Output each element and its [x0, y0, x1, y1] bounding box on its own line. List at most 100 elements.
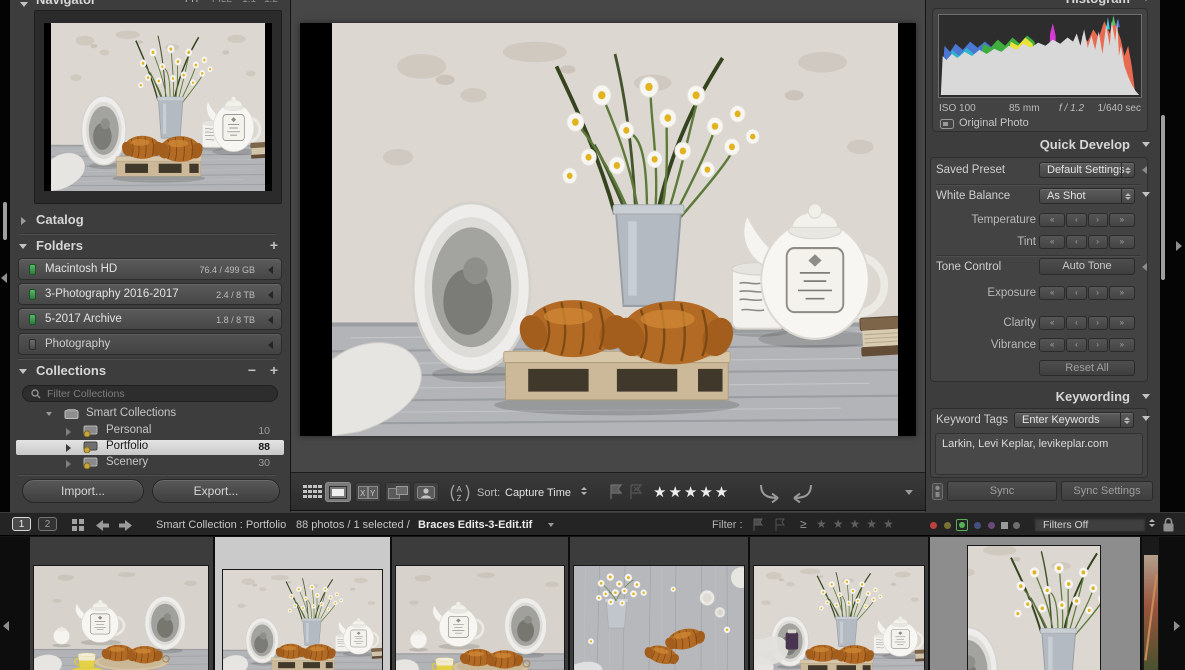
filters-dropdown[interactable]: Filters Off	[1034, 517, 1146, 532]
hide-left-panel-arrow-icon[interactable]	[1, 273, 7, 283]
folder-row-2017-archive[interactable]: 5-2017 Archive 1.8 / 8 TB	[18, 308, 282, 330]
color-label-yellow[interactable]	[944, 522, 951, 529]
thumbnail-cell-3[interactable]	[392, 537, 568, 670]
tint-decrease-button[interactable]: ‹	[1066, 235, 1086, 249]
row-disclosure-icon[interactable]	[66, 444, 71, 452]
folder-collapse-icon[interactable]	[268, 341, 273, 349]
thumbnail-cell-5[interactable]	[750, 537, 928, 670]
histogram-disclosure-icon[interactable]	[1142, 0, 1150, 1]
quick-develop-disclosure-icon[interactable]	[1142, 142, 1150, 147]
thumbnail-cell-partial[interactable]	[1142, 537, 1159, 670]
import-button[interactable]: Import...	[22, 479, 144, 503]
toolbar-options-icon[interactable]	[905, 490, 913, 495]
filter-collections-input[interactable]: Filter Collections	[22, 385, 278, 402]
thumbnail-cell-2-selected[interactable]	[215, 537, 390, 670]
filmstrip-filename[interactable]: Braces Edits-3-Edit.tif	[418, 519, 532, 531]
compare-view-button[interactable]: XY	[355, 482, 381, 502]
thumbnail-cell-6[interactable]	[930, 537, 1140, 670]
vibrance-decrease-button[interactable]: ‹	[1066, 338, 1086, 352]
keywording-header[interactable]: Keywording	[926, 388, 1160, 408]
rotate-left-icon[interactable]	[757, 483, 783, 503]
show-right-panel-arrow-icon[interactable]	[1176, 241, 1182, 251]
left-panel-scrollbar[interactable]	[3, 202, 7, 240]
rating-stars[interactable]: ★★★★★	[653, 483, 730, 501]
filter-flag-reject-icon[interactable]	[774, 518, 786, 532]
tint-decrease-large-button[interactable]: «	[1039, 235, 1065, 249]
keyword-entry-mode-dropdown[interactable]: Enter Keywords	[1014, 412, 1134, 428]
add-folder-button[interactable]: +	[270, 237, 278, 253]
white-balance-dropdown[interactable]: As Shot	[1039, 188, 1135, 204]
catalog-disclosure-icon[interactable]	[21, 217, 26, 225]
histogram-header[interactable]: Histogram	[926, 0, 1160, 8]
people-view-button[interactable]	[413, 482, 439, 502]
main-photo[interactable]	[300, 23, 916, 436]
filter-flag-pick-icon[interactable]	[752, 518, 764, 532]
filmstrip-source[interactable]: Smart Collection : Portfolio	[156, 519, 286, 531]
filmstrip-scroll-right-icon[interactable]	[1174, 621, 1180, 631]
export-button[interactable]: Export...	[152, 479, 280, 503]
flag-reject-icon[interactable]	[629, 484, 643, 500]
second-window-button[interactable]: 2	[38, 517, 57, 531]
exposure-decrease-large-button[interactable]: «	[1039, 286, 1065, 300]
vibrance-increase-button[interactable]: ›	[1088, 338, 1108, 352]
navigator-zoom-fill[interactable]: FILL	[212, 0, 232, 5]
main-window-button[interactable]: 1	[12, 517, 31, 531]
color-label-none[interactable]	[1013, 522, 1020, 529]
folder-row-photography-2016-2017[interactable]: 3-Photography 2016-2017 2.4 / 8 TB	[18, 283, 282, 305]
navigator-header[interactable]: Navigator FIT FILL 1:1 1:2	[10, 0, 290, 9]
collection-row-portfolio-selected[interactable]: Portfolio 88	[16, 440, 284, 455]
filter-rating-stars[interactable]: ★★★★★	[816, 517, 900, 531]
tone-control-collapse-icon[interactable]	[1142, 263, 1147, 271]
survey-view-button[interactable]	[385, 482, 411, 502]
rating-operator[interactable]: ≥	[800, 517, 807, 531]
auto-tone-button[interactable]: Auto Tone	[1039, 258, 1135, 275]
sync-button[interactable]: Sync	[947, 481, 1057, 501]
collection-row-personal[interactable]: Personal 10	[16, 424, 284, 439]
sort-direction-icon[interactable]: AZ	[449, 483, 471, 503]
go-forward-arrow-icon[interactable]	[118, 519, 133, 532]
navigator-zoom-fit[interactable]: FIT	[185, 0, 200, 5]
navigator-preview[interactable]	[34, 10, 282, 204]
folder-row-macintosh-hd[interactable]: Macintosh HD 76.4 / 499 GB	[18, 258, 282, 280]
sync-settings-button[interactable]: Sync Settings	[1061, 481, 1153, 501]
folder-collapse-icon[interactable]	[268, 266, 273, 274]
keywording-expand-icon[interactable]	[1142, 416, 1150, 421]
vibrance-decrease-large-button[interactable]: «	[1039, 338, 1065, 352]
loupe-view-button[interactable]	[325, 482, 351, 502]
thumbnail-cell-4[interactable]	[570, 537, 748, 670]
keywording-disclosure-icon[interactable]	[1142, 394, 1150, 399]
folder-collapse-icon[interactable]	[268, 291, 273, 299]
catalog-header[interactable]: Catalog	[10, 211, 290, 231]
histogram-chart[interactable]	[938, 14, 1142, 98]
collection-row-scenery[interactable]: Scenery 30	[16, 456, 284, 471]
clarity-increase-large-button[interactable]: »	[1109, 316, 1135, 330]
remove-collection-button[interactable]: −	[248, 362, 256, 378]
filmstrip-source-menu-icon[interactable]	[548, 523, 554, 527]
color-label-green-active[interactable]	[956, 519, 968, 531]
saved-preset-collapse-icon[interactable]	[1142, 166, 1147, 174]
smart-collections-group-row[interactable]: Smart Collections	[16, 407, 284, 422]
temperature-decrease-button[interactable]: ‹	[1066, 213, 1086, 227]
navigator-zoom-ratio[interactable]: 1:2	[264, 0, 278, 5]
color-label-red[interactable]	[930, 522, 937, 529]
right-panel-scrollbar[interactable]	[1161, 115, 1165, 280]
filters-dropdown-arrows-icon[interactable]	[1149, 519, 1155, 527]
sync-toggle-icon[interactable]	[932, 483, 943, 500]
add-collection-button[interactable]: +	[270, 362, 278, 378]
folders-disclosure-icon[interactable]	[19, 244, 27, 249]
group-disclosure-icon[interactable]	[46, 412, 52, 416]
rotate-right-icon[interactable]	[789, 483, 815, 503]
exposure-decrease-button[interactable]: ‹	[1066, 286, 1086, 300]
filter-lock-icon[interactable]	[1162, 517, 1175, 532]
row-disclosure-icon[interactable]	[66, 460, 71, 468]
temperature-increase-button[interactable]: ›	[1088, 213, 1108, 227]
exposure-increase-button[interactable]: ›	[1088, 286, 1108, 300]
white-balance-expand-icon[interactable]	[1142, 192, 1150, 197]
color-label-white[interactable]	[1001, 522, 1008, 529]
clarity-increase-button[interactable]: ›	[1088, 316, 1108, 330]
folder-collapse-icon[interactable]	[268, 316, 273, 324]
color-label-blue[interactable]	[974, 522, 981, 529]
temperature-increase-large-button[interactable]: »	[1109, 213, 1135, 227]
tint-increase-button[interactable]: ›	[1088, 235, 1108, 249]
filmstrip-scroll-left-icon[interactable]	[3, 621, 9, 631]
